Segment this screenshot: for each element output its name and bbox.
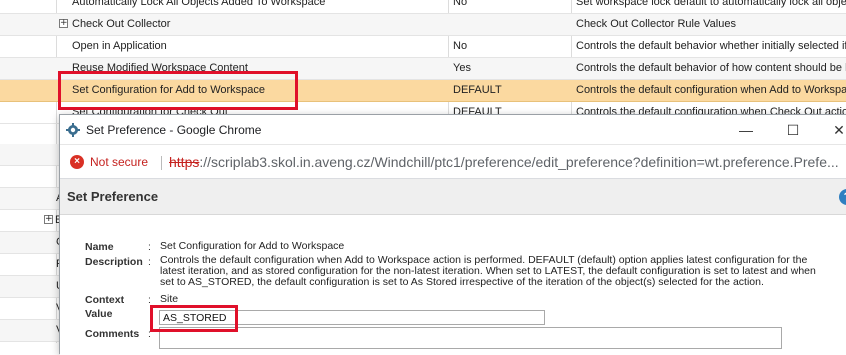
window-titlebar[interactable]: Set Preference - Google Chrome — ☐ ✕	[60, 115, 846, 145]
preference-description: Set workspace lock default to automatica…	[576, 0, 846, 8]
preference-form: Name : Set Configuration for Add to Work…	[60, 215, 846, 355]
table-row[interactable]: Open in Application No Controls the defa…	[0, 36, 846, 58]
preference-description: Controls the default behavior whether in…	[576, 40, 846, 52]
preference-name[interactable]: Open in Application	[72, 40, 167, 52]
comments-textarea[interactable]	[159, 327, 782, 349]
table-row[interactable]: + Check Out Collector Check Out Collecto…	[0, 14, 846, 36]
context-value: Site	[160, 293, 179, 305]
name-value: Set Configuration for Add to Workspace	[160, 240, 345, 252]
preference-name[interactable]: Automatically Lock All Objects Added To …	[72, 0, 325, 8]
preference-value: No	[453, 40, 468, 52]
security-label: Not secure	[90, 155, 149, 169]
maximize-icon[interactable]: ☐	[782, 119, 804, 141]
context-label: Context	[85, 294, 125, 306]
url-path: ://scriplab3.skol.in.aveng.cz/Windchill/…	[199, 154, 839, 170]
preference-value: No	[453, 0, 468, 8]
security-chip[interactable]: × Not secure	[66, 152, 154, 172]
colon: :	[148, 256, 151, 268]
warning-circle-icon: ×	[70, 155, 84, 169]
preference-name[interactable]: Check Out Collector	[72, 18, 170, 30]
address-divider	[161, 156, 162, 170]
preference-description: Check Out Collector Rule Values	[576, 18, 736, 30]
colon: :	[148, 241, 151, 253]
preference-value: DEFAULT	[453, 84, 502, 96]
preference-description: Controls the default configuration when …	[576, 84, 846, 96]
url-field[interactable]: https://scriplab3.skol.in.aveng.cz/Windc…	[169, 154, 839, 170]
minimize-icon[interactable]: —	[735, 119, 757, 141]
value-label: Value	[85, 308, 113, 320]
expand-icon[interactable]: +	[44, 215, 53, 224]
preference-description: Controls the default behavior of how con…	[576, 62, 846, 74]
expand-icon[interactable]: +	[59, 19, 68, 28]
highlight-box	[150, 305, 238, 332]
page-title: Set Preference	[67, 189, 159, 204]
address-bar[interactable]: × Not secure https://scriplab3.skol.in.a…	[60, 145, 846, 179]
description-value: Controls the default configuration when …	[160, 254, 816, 289]
table-row[interactable]: Automatically Lock All Objects Added To …	[0, 0, 846, 14]
close-icon[interactable]: ✕	[828, 119, 846, 141]
name-label: Name	[85, 241, 114, 253]
help-icon[interactable]: ?	[839, 189, 846, 205]
url-scheme: https	[169, 154, 200, 170]
highlight-box	[58, 71, 298, 110]
description-label: Description	[85, 256, 143, 268]
preference-value: Yes	[453, 62, 471, 74]
app-gear-icon	[66, 123, 80, 137]
comments-label: Comments	[85, 328, 140, 340]
window-title: Set Preference - Google Chrome	[86, 123, 262, 137]
page-header: Set Preference ?	[60, 179, 846, 215]
